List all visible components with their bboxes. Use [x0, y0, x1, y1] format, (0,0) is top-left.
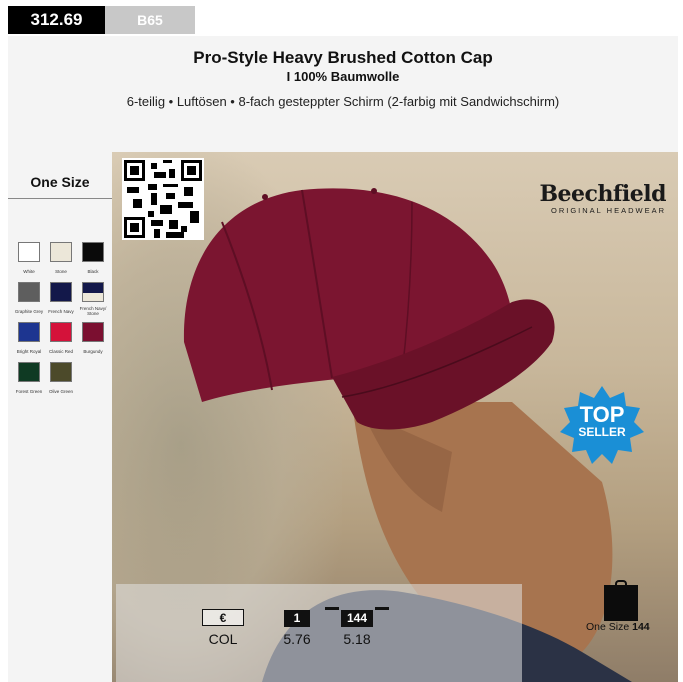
swatch-label: Graphite Grey [14, 309, 44, 314]
tier-price: 5.18 [343, 631, 371, 647]
eyelet [262, 194, 268, 200]
swatch-classic-red[interactable] [50, 322, 72, 342]
col-label: COL [208, 631, 238, 647]
product-features: 6-teilig • Luftösen • 8-fach gesteppter … [126, 94, 560, 109]
swatch-forest-green[interactable] [18, 362, 40, 382]
packaging-bag-icon [604, 585, 638, 621]
brand-tagline: ORIGINAL HEADWEAR [551, 206, 666, 215]
header-band: Pro-Style Heavy Brushed Cotton Cap I 100… [8, 36, 678, 152]
packaging-size: One Size [586, 621, 630, 633]
swatch-label: Burgundy [83, 349, 103, 354]
color-sidebar: One Size White Stone Black Graphite Grey… [8, 152, 112, 682]
product-subtitle: I 100% Baumwolle [286, 69, 400, 84]
brand-logo: Beechfield ORIGINAL HEADWEAR [539, 182, 666, 215]
swatch-black[interactable] [82, 242, 104, 262]
swatch-label: White [23, 269, 35, 274]
swatch-label: Stone [55, 269, 67, 274]
swatch-stone[interactable] [50, 242, 72, 262]
divider [8, 198, 112, 199]
currency-column: € COL [200, 609, 246, 647]
size-title: One Size [30, 174, 90, 190]
swatch-label: French Navy [48, 309, 74, 314]
tier-price: 5.76 [283, 631, 311, 647]
price-panel: € COL 1 5.76 144 5.18 [116, 584, 522, 682]
currency-label: € [202, 609, 244, 626]
badge-line1: TOP [579, 402, 625, 427]
swatch-white[interactable] [18, 242, 40, 262]
top-bar: 312.69 B65 [8, 6, 678, 36]
swatch-bright-royal[interactable] [18, 322, 40, 342]
swatch-label: Classic Red [48, 349, 73, 354]
swatch-french-navy[interactable] [50, 282, 72, 302]
swatch-label: Olive Green [48, 389, 73, 394]
tier-qty: 1 [284, 610, 310, 627]
swatch-graphite-grey[interactable] [18, 282, 40, 302]
packaging-qty: 144 [632, 621, 650, 633]
swatch-label: Black [87, 269, 99, 274]
qr-code[interactable] [122, 158, 204, 240]
price-tier: 1 5.76 [274, 609, 320, 647]
swatch-burgundy[interactable] [82, 322, 104, 342]
top-seller-badge: TOP SELLER [560, 384, 644, 468]
sku-code: B65 [105, 6, 195, 34]
brand-name: Beechfield [539, 181, 666, 207]
eyelet [371, 188, 377, 194]
swatch-french-navy-stone[interactable] [82, 282, 104, 302]
qr-code-icon [124, 160, 202, 238]
badge-line2: SELLER [578, 425, 626, 439]
tier-qty: 144 [325, 607, 389, 627]
packaging-info: One Size 144 [586, 621, 650, 633]
swatch-label: Bright Royal [16, 349, 42, 354]
price-tier: 144 5.18 [325, 607, 389, 647]
product-title: Pro-Style Heavy Brushed Cotton Cap [193, 48, 493, 67]
swatch-label: French Navy/ Stone [79, 306, 107, 316]
swatch-olive-green[interactable] [50, 362, 72, 382]
catalog-code: 312.69 [8, 6, 105, 34]
swatch-label: Forest Green [15, 389, 43, 394]
